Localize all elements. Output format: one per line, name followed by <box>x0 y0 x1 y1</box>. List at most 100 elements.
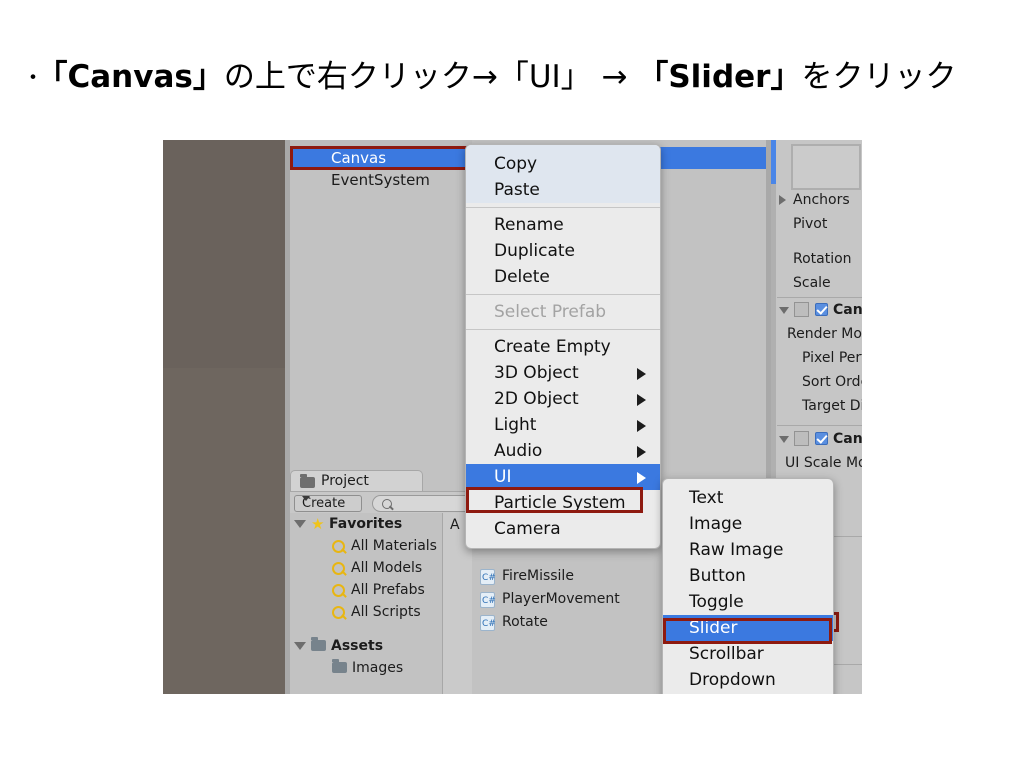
submenu-item-toggle-label: Toggle <box>689 592 744 612</box>
inspector-prop-render-mode-label: Render Mode <box>787 326 862 342</box>
chevron-down-icon <box>302 496 310 501</box>
scene-view-lower-band <box>163 368 285 694</box>
chevron-down-icon[interactable] <box>779 436 789 443</box>
hierarchy-item-canvas-label: Canvas <box>331 149 387 167</box>
inspector-prop-ui-scale-mode-label: UI Scale Mode <box>785 455 862 471</box>
project-toolbar: Create <box>290 491 482 513</box>
menu-item-camera-label: Camera <box>494 519 561 539</box>
submenu-item-slider[interactable]: Slider <box>663 615 833 641</box>
hierarchy-item-eventsystem[interactable]: EventSystem <box>290 169 472 191</box>
canvas-enabled-checkbox[interactable] <box>815 303 828 316</box>
rect-transform-preview <box>791 144 861 190</box>
bullet-marker: ・ <box>22 66 45 91</box>
inspector-prop-pixel-perfect-label: Pixel Perfe <box>802 350 862 366</box>
context-menu[interactable]: Copy Paste Rename Duplicate Delete Selec… <box>465 144 661 549</box>
menu-item-2d-object[interactable]: 2D Object <box>466 386 660 412</box>
chevron-right-icon <box>637 368 646 380</box>
menu-item-create-empty[interactable]: Create Empty <box>466 334 660 360</box>
menu-item-paste[interactable]: Paste <box>466 177 660 203</box>
hierarchy-panel[interactable]: Canvas EventSystem <box>290 140 472 470</box>
menu-item-select-prefab: Select Prefab <box>466 299 660 325</box>
submenu-item-raw-image-label: Raw Image <box>689 540 784 560</box>
inspector-prop-ui-scale-mode: UI Scale Mode <box>785 451 862 475</box>
submenu-item-dropdown-label: Dropdown <box>689 670 776 690</box>
menu-item-rename-label: Rename <box>494 215 564 235</box>
chevron-down-icon[interactable] <box>779 307 789 314</box>
inspector-component-canvas-scaler-title: Canva <box>833 431 862 447</box>
tab-project[interactable]: Project <box>290 470 423 491</box>
tree-item-assets-label: Assets <box>331 638 384 654</box>
menu-item-2d-object-label: 2D Object <box>494 389 579 409</box>
ui-submenu[interactable]: Text Image Raw Image Button Toggle Slide… <box>662 478 834 694</box>
search-icon <box>382 499 392 509</box>
hierarchy-item-canvas[interactable]: Canvas <box>290 147 472 169</box>
canvas-scaler-enabled-checkbox[interactable] <box>815 432 828 445</box>
folder-icon <box>311 637 326 651</box>
chevron-right-icon <box>637 446 646 458</box>
page-title: ・「Canvas」の上で右クリック→「UI」 → 「Slider」をクリック <box>22 52 1002 102</box>
inspector-row-rotation-label: Rotation <box>793 251 852 267</box>
menu-item-3d-object[interactable]: 3D Object <box>466 360 660 386</box>
inspector-divider <box>777 425 862 426</box>
tree-item-favorites-label: Favorites <box>329 516 403 532</box>
submenu-item-button[interactable]: Button <box>663 563 833 589</box>
project-tree[interactable]: ★ Favorites All Materials All Models All… <box>290 513 442 694</box>
heading-slider: 「Slider」 <box>637 59 802 95</box>
star-icon: ★ <box>311 515 325 533</box>
menu-item-ui[interactable]: UI <box>466 464 660 490</box>
submenu-item-image-label: Image <box>689 514 743 534</box>
chevron-right-icon <box>637 394 646 406</box>
folder-icon <box>332 659 347 673</box>
chevron-right-icon[interactable] <box>779 195 786 205</box>
submenu-item-scrollbar[interactable]: Scrollbar <box>663 641 833 667</box>
chevron-down-icon[interactable] <box>294 520 306 528</box>
menu-item-create-empty-label: Create Empty <box>494 337 611 357</box>
submenu-item-dropdown[interactable]: Dropdown <box>663 667 833 693</box>
unity-editor-screenshot: Canvas EventSystem Project Create ★ Favo… <box>163 140 862 694</box>
inspector-prop-target-display: Target Dis <box>802 394 862 418</box>
menu-item-duplicate[interactable]: Duplicate <box>466 238 660 264</box>
hierarchy-item-eventsystem-label: EventSystem <box>331 171 430 189</box>
menu-item-copy[interactable]: Copy <box>466 151 660 177</box>
menu-item-audio[interactable]: Audio <box>466 438 660 464</box>
submenu-item-text[interactable]: Text <box>663 485 833 511</box>
magnifier-icon <box>332 584 345 597</box>
submenu-item-input-field[interactable]: Input Field <box>663 693 833 694</box>
menu-item-light[interactable]: Light <box>466 412 660 438</box>
menu-item-particle-system[interactable]: Particle System <box>466 490 660 516</box>
menu-item-camera[interactable]: Camera <box>466 516 660 542</box>
menu-item-particle-system-label: Particle System <box>494 493 626 513</box>
inspector-row-scale-label: Scale <box>793 275 831 291</box>
menu-item-rename[interactable]: Rename <box>466 212 660 238</box>
inspector-prop-target-display-label: Target Dis <box>802 398 862 414</box>
menu-item-delete[interactable]: Delete <box>466 264 660 290</box>
submenu-item-toggle[interactable]: Toggle <box>663 589 833 615</box>
tree-item-all-scripts-label: All Scripts <box>351 604 421 620</box>
menu-item-delete-label: Delete <box>494 267 550 287</box>
menu-item-paste-label: Paste <box>494 180 540 200</box>
tree-item-images-label: Images <box>352 660 404 676</box>
menu-item-light-label: Light <box>494 415 537 435</box>
submenu-item-image[interactable]: Image <box>663 511 833 537</box>
submenu-item-raw-image[interactable]: Raw Image <box>663 537 833 563</box>
canvas-scaler-icon <box>794 431 809 446</box>
heading-arrow: → <box>591 59 638 95</box>
magnifier-icon <box>332 562 345 575</box>
scene-view-panel[interactable] <box>163 140 285 694</box>
canvas-component-icon <box>794 302 809 317</box>
inspector-row-anchors-label: Anchors <box>793 192 850 208</box>
tree-item-all-materials-label: All Materials <box>351 538 437 554</box>
tree-item-all-models-label: All Models <box>351 560 423 576</box>
menu-item-3d-object-label: 3D Object <box>494 363 579 383</box>
magnifier-icon <box>332 606 345 619</box>
csharp-script-icon: C# <box>480 569 496 585</box>
project-panel[interactable]: Project Create ★ Favorites All Materials <box>290 470 482 694</box>
menu-item-select-prefab-label: Select Prefab <box>494 302 607 322</box>
submenu-item-text-label: Text <box>689 488 724 508</box>
heading-canvas: 「Canvas」 <box>52 59 224 95</box>
create-button[interactable]: Create <box>294 495 362 512</box>
menu-divider <box>466 329 660 330</box>
chevron-down-icon[interactable] <box>294 642 306 650</box>
inspector-scrollbar-thumb[interactable] <box>771 140 776 184</box>
inspector-row-pivot: Pivot <box>793 212 827 236</box>
